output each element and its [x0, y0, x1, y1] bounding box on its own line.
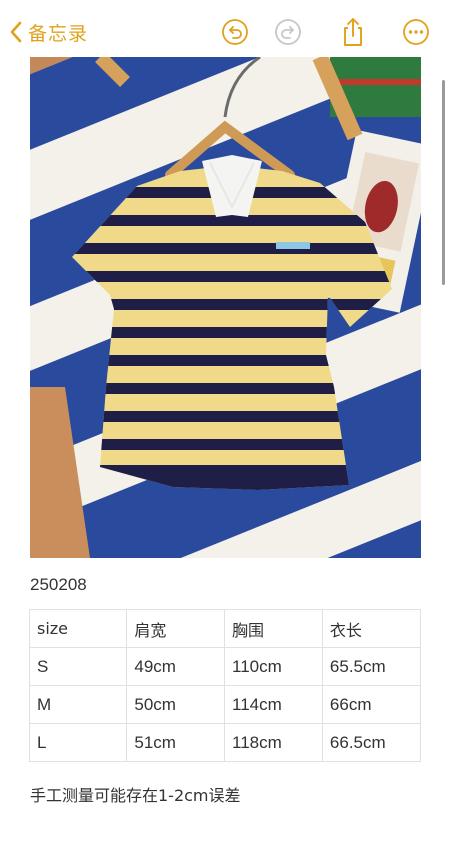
table-cell: 114cm — [224, 685, 323, 724]
back-button[interactable]: 备忘录 — [8, 15, 88, 49]
more-icon — [403, 19, 429, 45]
table-header-cell: size — [28, 609, 128, 648]
table-cell: 66.5cm — [321, 723, 422, 762]
table-cell: 65.5cm — [321, 647, 422, 686]
table-cell: L — [28, 723, 128, 762]
table-row: L 51cm 118cm 66.5cm — [28, 723, 422, 762]
redo-button[interactable] — [272, 16, 304, 48]
table-cell: S — [28, 647, 128, 686]
item-code: 250208 — [30, 575, 87, 594]
table-cell: M — [28, 685, 128, 724]
navigation-bar: 备忘录 — [0, 0, 450, 62]
table-row: S 49cm 110cm 65.5cm — [28, 647, 422, 686]
table-cell: 51cm — [126, 723, 226, 762]
undo-icon — [222, 19, 248, 45]
table-header-row: size 肩宽 胸围 衣长 — [28, 609, 422, 648]
table-cell: 50cm — [126, 685, 226, 724]
share-icon — [344, 18, 362, 46]
product-photo[interactable] — [30, 57, 421, 558]
table-header-cell: 肩宽 — [126, 609, 226, 648]
table-header-cell: 衣长 — [321, 609, 422, 648]
table-cell: 66cm — [321, 685, 422, 724]
back-label: 备忘录 — [28, 22, 89, 45]
table-cell: 118cm — [224, 723, 323, 762]
more-button[interactable] — [400, 16, 432, 48]
share-button[interactable] — [337, 16, 369, 48]
redo-icon — [275, 19, 301, 45]
undo-button[interactable] — [219, 16, 251, 48]
chevron-left-icon — [10, 21, 22, 43]
table-row: M 50cm 114cm 66cm — [28, 685, 422, 724]
table-cell: 49cm — [126, 647, 226, 686]
size-table: size 肩宽 胸围 衣长 S 49cm 110cm 65.5cm M 50cm… — [28, 609, 422, 762]
measurement-disclaimer: 手工测量可能存在1-2cm误差 — [30, 786, 241, 805]
table-cell: 110cm — [224, 647, 323, 686]
scrollbar[interactable] — [442, 80, 445, 285]
table-header-cell: 胸围 — [224, 609, 323, 648]
